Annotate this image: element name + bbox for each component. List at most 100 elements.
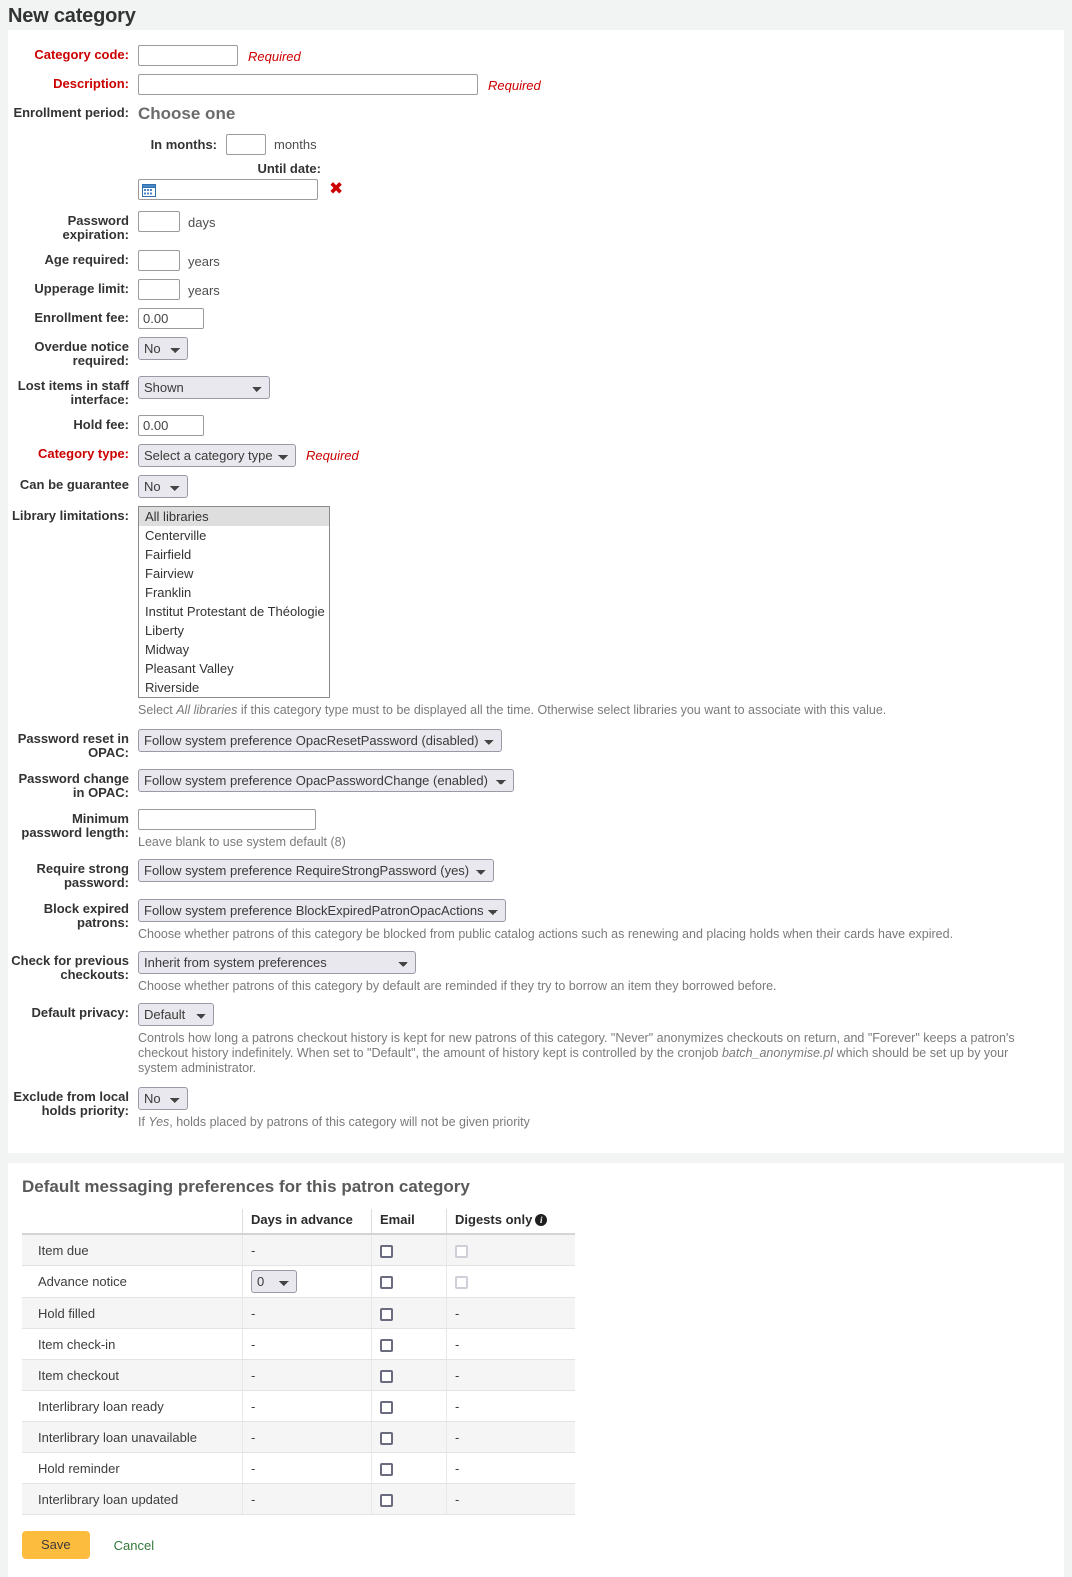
library-option[interactable]: Institut Protestant de Théologie — [139, 602, 329, 621]
age-required-input[interactable] — [138, 250, 180, 271]
library-option[interactable]: Centerville — [139, 526, 329, 545]
email-checkbox[interactable] — [380, 1276, 393, 1290]
label-default-privacy: Default privacy: — [31, 1005, 129, 1020]
field-row-lost-items: Lost items in staff interface: Shown — [8, 375, 1064, 407]
column-header-name — [22, 1209, 243, 1235]
library-option[interactable]: Liberty — [139, 621, 329, 640]
enrollment-choose-one-heading: Choose one — [138, 104, 236, 123]
password-expiration-input[interactable] — [138, 211, 180, 232]
block-expired-patrons-select[interactable]: Follow system preference BlockExpiredPat… — [138, 899, 506, 922]
email-checkbox[interactable] — [380, 1338, 393, 1352]
cell-days-in-advance: - — [242, 1359, 372, 1391]
label-password-expiration: Password expiration: — [62, 213, 129, 242]
minimum-password-length-input[interactable] — [138, 809, 316, 830]
email-checkbox[interactable] — [380, 1431, 393, 1445]
cell-notice-name: Hold filled — [22, 1297, 243, 1329]
field-row-category-code: Category code: Required — [8, 44, 1064, 66]
email-checkbox[interactable] — [380, 1462, 393, 1476]
until-date-input[interactable] — [138, 179, 318, 200]
enrollment-fee-input[interactable] — [138, 308, 204, 329]
hold-fee-input[interactable] — [138, 415, 204, 436]
new-category-form-panel: Category code: Required Description: Req… — [8, 30, 1064, 1153]
can-be-guarantee-select[interactable]: No — [138, 475, 188, 498]
clear-date-icon[interactable]: ✖ — [329, 181, 343, 198]
category-code-input[interactable] — [138, 45, 238, 66]
require-strong-password-select[interactable]: Follow system preference RequireStrongPa… — [138, 859, 494, 882]
cell-days-in-advance: - — [242, 1297, 372, 1329]
email-checkbox[interactable] — [380, 1493, 393, 1507]
label-can-be-guarantee: Can be guarantee — [19, 477, 129, 492]
default-privacy-hint: Controls how long a patrons checkout his… — [138, 1031, 1018, 1076]
exclude-hint-suffix: , holds placed by patrons of this catego… — [169, 1115, 530, 1129]
cell-digests-only: - — [446, 1297, 575, 1329]
field-row-default-privacy: Default privacy: Default Controls how lo… — [8, 1002, 1064, 1076]
label-description: Description: — [53, 76, 129, 91]
label-hold-fee: Hold fee: — [73, 417, 129, 432]
library-option[interactable]: Riverside — [139, 678, 329, 697]
cancel-link[interactable]: Cancel — [114, 1538, 154, 1553]
library-option[interactable]: Fairfield — [139, 545, 329, 564]
exclude-local-holds-select[interactable]: No — [138, 1087, 188, 1110]
exclude-hint-italic: Yes — [148, 1115, 170, 1129]
cell-notice-name: Item due — [22, 1234, 243, 1266]
library-hint-italic: All libraries — [176, 703, 238, 717]
upperage-limit-input[interactable] — [138, 279, 180, 300]
label-until-date: Until date: — [257, 161, 321, 176]
label-require-strong-password: Require strong password: — [36, 861, 129, 890]
field-row-age-required: Age required: years — [8, 249, 1064, 271]
label-category-type: Category type: — [37, 446, 129, 461]
column-header-email: Email — [371, 1209, 447, 1235]
lost-items-select[interactable]: Shown — [138, 376, 270, 399]
password-change-opac-select[interactable]: Follow system preference OpacPasswordCha… — [138, 769, 514, 792]
label-in-months: In months: — [150, 137, 217, 152]
email-checkbox[interactable] — [380, 1244, 393, 1258]
description-input[interactable] — [138, 74, 478, 95]
privacy-hint-italic: batch_anonymise.pl — [721, 1046, 834, 1060]
enrollment-until-date-row: Until date: ✖ — [138, 161, 343, 200]
cell-days-in-advance: - — [242, 1328, 372, 1360]
until-date-field-wrapper — [138, 179, 318, 200]
cell-notice-name: Item checkout — [22, 1359, 243, 1391]
library-option[interactable]: Midway — [139, 640, 329, 659]
label-upperage-limit: Upperage limit: — [34, 281, 129, 296]
field-row-overdue-notice: Overdue notice required: No — [8, 336, 1064, 368]
overdue-notice-select[interactable]: No — [138, 337, 188, 360]
field-row-password-reset-opac: Password reset in OPAC: Follow system pr… — [8, 728, 1064, 760]
default-privacy-select[interactable]: Default — [138, 1003, 214, 1026]
cell-digests-only: - — [446, 1483, 575, 1515]
description-required-note: Required — [488, 78, 541, 93]
library-option[interactable]: Fairview — [139, 564, 329, 583]
library-limitations-listbox[interactable]: All libraries Centerville Fairfield Fairvie… — [138, 506, 330, 698]
field-row-exclude-local-holds: Exclude from local holds priority: No If… — [8, 1086, 1064, 1130]
cell-digests-only: - — [446, 1390, 575, 1422]
email-checkbox[interactable] — [380, 1307, 393, 1321]
cell-digests-only: - — [446, 1452, 575, 1484]
label-check-previous-checkouts: Check for previous checkouts: — [11, 953, 129, 982]
email-checkbox[interactable] — [380, 1400, 393, 1414]
cell-email — [371, 1328, 447, 1360]
check-previous-checkouts-select[interactable]: Inherit from system preferences — [138, 951, 416, 974]
column-header-digests-only: Digests only i — [446, 1209, 575, 1235]
field-row-check-previous-checkouts: Check for previous checkouts: Inherit fr… — [8, 950, 1064, 994]
save-button[interactable]: Save — [22, 1531, 90, 1559]
cell-email — [371, 1483, 447, 1515]
in-months-input[interactable] — [226, 134, 266, 155]
category-type-select[interactable]: Select a category type — [138, 444, 296, 467]
field-row-enrollment-period: Enrollment period: Choose one In months:… — [8, 102, 1064, 200]
field-row-password-change-opac: Password change in OPAC: Follow system p… — [8, 768, 1064, 800]
info-icon[interactable]: i — [535, 1214, 548, 1226]
cell-digests-only: - — [446, 1421, 575, 1453]
library-option[interactable]: Pleasant Valley — [139, 659, 329, 678]
email-checkbox[interactable] — [380, 1369, 393, 1383]
library-option[interactable]: All libraries — [139, 507, 329, 526]
label-library-limitations: Library limitations: — [11, 508, 129, 523]
label-password-reset-opac: Password reset in OPAC: — [17, 731, 129, 760]
cell-days-in-advance[interactable]: 0 — [242, 1265, 372, 1298]
library-option[interactable]: Franklin — [139, 583, 329, 602]
label-lost-items: Lost items in staff interface: — [17, 378, 129, 407]
password-reset-opac-select[interactable]: Follow system preference OpacResetPasswo… — [138, 729, 502, 752]
label-category-code: Category code: — [34, 47, 129, 62]
field-row-minimum-password-length: Minimum password length: Leave blank to … — [8, 808, 1064, 850]
days-in-advance-select[interactable]: 0 — [251, 1270, 297, 1293]
messaging-preferences-panel: Default messaging preferences for this p… — [8, 1163, 1064, 1577]
